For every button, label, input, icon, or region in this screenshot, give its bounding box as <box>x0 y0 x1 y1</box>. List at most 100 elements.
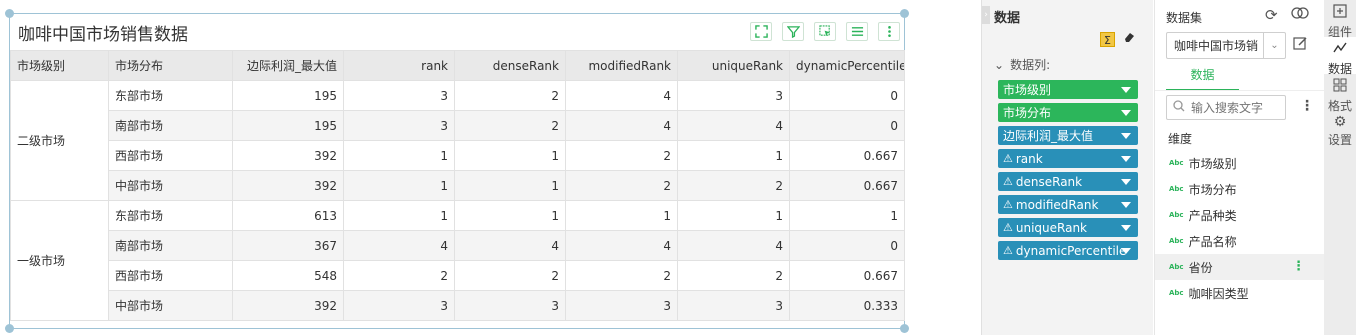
table-cell: 3 <box>677 80 790 111</box>
tab-divider <box>1155 90 1325 91</box>
chevron-down-icon: ⌄ <box>994 57 1005 72</box>
field-chip[interactable]: 市场级别 <box>998 80 1138 99</box>
table-cell: 4 <box>343 230 455 261</box>
dropdown-arrow-icon[interactable] <box>1121 156 1131 162</box>
tab-component[interactable]: 组件 <box>1324 0 1356 39</box>
search-box[interactable] <box>1166 95 1286 120</box>
more-options-icon[interactable]: ⋮ <box>1292 259 1305 274</box>
table-row[interactable]: 中部市场 392 3 3 3 3 0.333 <box>11 290 905 321</box>
table-cell: 1 <box>565 200 678 231</box>
dropdown-arrow-icon[interactable] <box>1121 179 1131 185</box>
resize-handle-top-right[interactable] <box>900 9 909 18</box>
collapse-panel-icon[interactable]: › <box>982 6 990 24</box>
table-row[interactable]: 西部市场 548 2 2 2 2 0.667 <box>11 260 905 291</box>
text-type-icon: Abc <box>1169 263 1184 271</box>
dropdown-arrow-icon[interactable] <box>1121 133 1131 139</box>
tab-data-settings[interactable]: 数据 <box>1324 37 1356 76</box>
table-cell: 4 <box>565 230 678 261</box>
table-cell: 1 <box>454 200 566 231</box>
table-cell: 392 <box>232 140 344 171</box>
table-widget[interactable]: 咖啡中国市场销售数据 市场级别 市场分布 边际利润_最大值 rank dense… <box>5 9 909 333</box>
widget-toolbar <box>750 22 900 41</box>
dimension-label: 咖啡因类型 <box>1188 286 1249 301</box>
table-cell: 3 <box>454 290 566 321</box>
edit-icon[interactable] <box>1293 36 1308 55</box>
table-cell: 4 <box>565 80 678 111</box>
column-header[interactable]: dynamicPercentile <box>789 50 905 81</box>
filter-icon[interactable] <box>782 22 804 41</box>
calculated-field-icon: ⚠ <box>1003 175 1013 188</box>
column-header[interactable]: uniqueRank <box>677 50 790 81</box>
refresh-icon[interactable]: ⟳ <box>1265 6 1278 24</box>
dropdown-arrow-icon[interactable] <box>1121 202 1131 208</box>
dimension-label: 省份 <box>1188 260 1213 275</box>
dimension-item[interactable]: Abc 市场级别 <box>1155 150 1325 176</box>
dimension-item[interactable]: Abc 市场分布 <box>1155 176 1325 202</box>
dropdown-arrow-icon[interactable] <box>1121 87 1131 93</box>
dimension-item[interactable]: Abc 省份 ⋮ <box>1155 254 1325 280</box>
sigma-icon[interactable]: Σ <box>1100 32 1115 47</box>
market-region-cell: 西部市场 <box>108 260 233 291</box>
tab-settings[interactable]: ⚙ 设置 <box>1324 111 1356 148</box>
field-chip[interactable]: 边际利润_最大值 <box>998 126 1138 145</box>
market-region-cell: 中部市场 <box>108 290 233 321</box>
dimension-item[interactable]: Abc 咖啡因类型 <box>1155 280 1325 306</box>
resize-handle-bottom-right[interactable] <box>900 324 909 333</box>
table-cell: 4 <box>454 230 566 261</box>
table-row[interactable]: 二级市场 东部市场 195 3 2 4 3 0 <box>10 80 905 201</box>
column-header[interactable]: 市场级别 <box>10 50 109 81</box>
field-chip[interactable]: ⚠ denseRank <box>998 172 1138 191</box>
search-input[interactable] <box>1189 99 1277 116</box>
dataset-select[interactable]: 咖啡中国市场销 ⌄ <box>1166 32 1286 59</box>
tab-label: 格式 <box>1327 99 1352 113</box>
table-row[interactable]: 一级市场 东部市场 613 1 1 1 1 1 <box>10 200 905 321</box>
select-icon[interactable] <box>814 22 836 41</box>
text-type-icon: Abc <box>1169 185 1184 193</box>
table-cell: 367 <box>232 230 344 261</box>
table-row[interactable]: 西部市场 392 1 1 2 1 0.667 <box>11 140 905 171</box>
dimension-item[interactable]: Abc 产品种类 <box>1155 202 1325 228</box>
table-cell: 2 <box>677 170 790 201</box>
column-header[interactable]: 市场分布 <box>108 50 233 81</box>
component-icon <box>1324 4 1356 21</box>
chevron-down-icon: ⌄ <box>1263 33 1285 58</box>
more-icon[interactable] <box>878 22 900 41</box>
table-row[interactable]: 中部市场 392 1 1 2 2 0.667 <box>11 170 905 201</box>
field-chip[interactable]: 市场分布 <box>998 103 1138 122</box>
field-chip[interactable]: ⚠ modifiedRank <box>998 195 1138 214</box>
calculated-field-icon: ⚠ <box>1003 244 1013 257</box>
dropdown-arrow-icon[interactable] <box>1121 248 1131 254</box>
table-cell: 4 <box>677 230 790 261</box>
search-icon <box>1173 100 1185 115</box>
dropdown-arrow-icon[interactable] <box>1121 110 1131 116</box>
column-header[interactable]: 边际利润_最大值 <box>232 50 344 81</box>
table-row[interactable]: 南部市场 367 4 4 4 4 0 <box>11 230 905 261</box>
switch-dataset-icon[interactable] <box>1291 6 1309 24</box>
dataset-select-value: 咖啡中国市场销 <box>1174 39 1259 53</box>
eraser-icon[interactable] <box>1123 31 1137 46</box>
table-cell: 3 <box>565 290 678 321</box>
table-cell: 2 <box>454 110 566 141</box>
dropdown-arrow-icon[interactable] <box>1121 225 1131 231</box>
column-header[interactable]: rank <box>343 50 455 81</box>
table-cell: 1 <box>343 200 455 231</box>
field-chip[interactable]: ⚠ uniqueRank <box>998 218 1138 237</box>
more-options-icon[interactable]: ⋮ <box>1300 98 1314 114</box>
table-cell: 0 <box>789 80 905 111</box>
table-row[interactable]: 南部市场 195 3 2 4 4 0 <box>11 110 905 141</box>
field-chip[interactable]: ⚠ dynamicPercentile <box>998 241 1138 260</box>
tab-data[interactable]: 数据 <box>1166 66 1239 91</box>
column-header[interactable]: denseRank <box>454 50 566 81</box>
dimension-item[interactable]: Abc 产品名称 <box>1155 228 1325 254</box>
resize-handle-bottom-left[interactable] <box>5 324 14 333</box>
list-icon[interactable] <box>846 22 868 41</box>
tab-format[interactable]: 格式 <box>1324 74 1356 113</box>
data-columns-header[interactable]: ⌄ 数据列: <box>994 56 1050 73</box>
column-header[interactable]: modifiedRank <box>565 50 678 81</box>
expand-icon[interactable] <box>750 22 772 41</box>
field-chip[interactable]: ⚠ rank <box>998 149 1138 168</box>
table-cell: 2 <box>454 260 566 291</box>
market-level-cell: 二级市场 <box>10 80 109 201</box>
settings-icon: ⚙ <box>1333 114 1347 130</box>
resize-handle-top-left[interactable] <box>5 9 14 18</box>
